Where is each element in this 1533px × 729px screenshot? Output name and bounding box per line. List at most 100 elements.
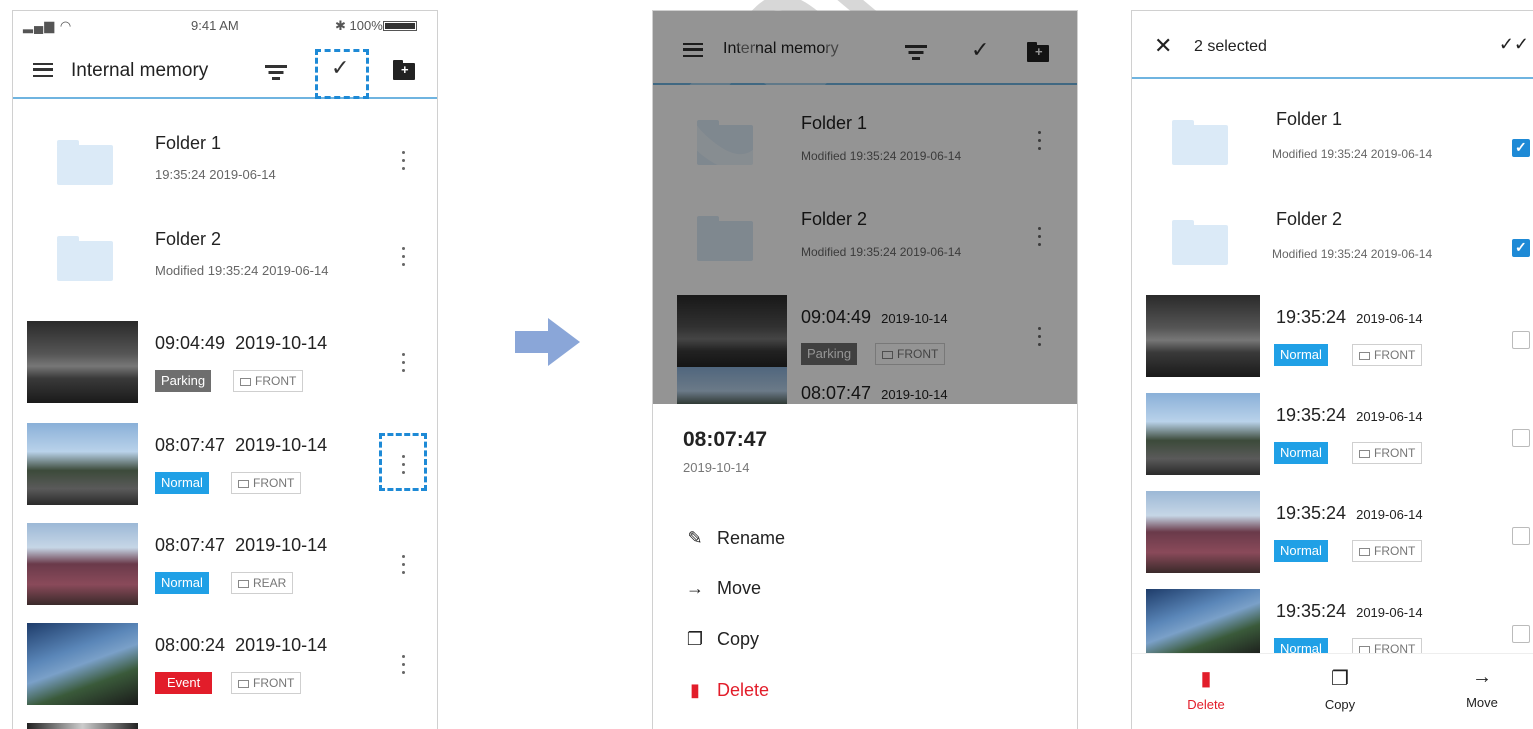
video-item[interactable]: 19:35:24 2019-06-14 Normal FRONT bbox=[1132, 391, 1533, 481]
select-checkbox[interactable] bbox=[1512, 527, 1530, 545]
folder-meta: 19:35:24 2019-06-14 bbox=[155, 167, 276, 182]
more-vert-icon[interactable] bbox=[401, 353, 405, 373]
camera-badge: FRONT bbox=[1352, 442, 1423, 464]
video-thumbnail bbox=[1146, 295, 1260, 377]
selection-bar: ✕ 2 selected ✓✓ bbox=[1132, 11, 1533, 79]
folder-name: Folder 1 bbox=[1276, 109, 1343, 129]
video-time: 08:00:24 2019-10-14 bbox=[155, 635, 328, 655]
copy-icon: ❐ bbox=[686, 629, 704, 649]
camera-icon bbox=[240, 378, 251, 386]
arrow-right-icon-head bbox=[548, 318, 580, 366]
more-vert-icon[interactable] bbox=[401, 151, 405, 171]
select-checkbox[interactable] bbox=[1512, 139, 1530, 157]
arrow-right-icon: → bbox=[686, 578, 704, 598]
filter-icon[interactable] bbox=[265, 65, 287, 80]
menu-item-rename[interactable]: ✎ Rename bbox=[683, 528, 785, 549]
camera-icon bbox=[1359, 548, 1370, 556]
camera-badge: REAR bbox=[231, 572, 294, 594]
more-vert-icon[interactable] bbox=[401, 555, 405, 575]
folder-icon bbox=[1172, 220, 1228, 265]
double-check-icon[interactable]: ✓✓ bbox=[1499, 34, 1529, 55]
copy-icon: ❐ bbox=[1331, 668, 1349, 690]
tag-badge: Normal bbox=[155, 472, 209, 494]
video-thumbnail bbox=[27, 523, 138, 605]
move-button[interactable]: → Move bbox=[1442, 666, 1522, 710]
video-thumbnail bbox=[1146, 393, 1260, 475]
status-bar: ▂▄▆ ◠ 9:41 AM ✱ 100% bbox=[13, 11, 437, 41]
selection-count: 2 selected bbox=[1194, 38, 1267, 55]
folder-meta: Modified 19:35:24 2019-06-14 bbox=[155, 263, 329, 278]
folder-icon bbox=[1172, 120, 1228, 165]
folder-meta: Modified 19:35:24 2019-06-14 bbox=[1272, 247, 1433, 261]
video-item[interactable]: 08:07:47 2019-10-14 Normal REAR bbox=[13, 521, 437, 611]
video-thumbnail bbox=[27, 321, 138, 403]
menu-item-copy[interactable]: ❐ Copy bbox=[683, 629, 759, 650]
sheet-date: 2019-10-14 bbox=[683, 460, 750, 475]
folder-name: Folder 2 bbox=[155, 229, 222, 249]
screen-context-menu: Internal memory ✓ Folder 1 Modified 19:3… bbox=[652, 10, 1078, 729]
battery-label: ✱ 100% bbox=[335, 18, 383, 33]
tag-badge: Event bbox=[155, 672, 213, 694]
list-item[interactable]: Folder 1 Modified 19:35:24 2019-06-14 bbox=[1132, 97, 1533, 187]
arrow-right-icon bbox=[515, 331, 549, 353]
folder-icon bbox=[57, 140, 113, 185]
video-time: 19:35:24 2019-06-14 bbox=[1276, 503, 1423, 523]
copy-button[interactable]: ❐ Copy bbox=[1300, 666, 1380, 712]
video-item[interactable]: 19:35:24 2019-06-14 Normal FRONT bbox=[1132, 489, 1533, 579]
video-time: 08:07:47 2019-10-14 bbox=[155, 435, 328, 455]
delete-button[interactable]: ▮ Delete bbox=[1166, 666, 1246, 712]
video-item[interactable]: 08:07:47 2019-10-14 Normal FRONT bbox=[13, 421, 437, 511]
video-thumbnail bbox=[1146, 491, 1260, 573]
camera-icon bbox=[238, 580, 249, 588]
pencil-icon: ✎ bbox=[687, 528, 703, 548]
tag-badge: Normal bbox=[1274, 442, 1328, 464]
close-icon[interactable]: ✕ bbox=[1154, 33, 1172, 59]
folder-icon bbox=[57, 236, 113, 281]
bottom-sheet: 08:07:47 2019-10-14 ✎ Rename → Move ❐ Copy … bbox=[663, 404, 1067, 729]
camera-icon bbox=[1359, 450, 1370, 458]
status-time: 9:41 AM bbox=[191, 18, 239, 33]
camera-icon bbox=[238, 480, 249, 488]
video-time: 19:35:24 2019-06-14 bbox=[1276, 405, 1423, 425]
video-thumbnail bbox=[27, 423, 138, 505]
tag-badge: Normal bbox=[1274, 344, 1328, 366]
select-checkbox[interactable] bbox=[1512, 331, 1530, 349]
menu-item-move[interactable]: → Move bbox=[683, 578, 761, 599]
dim-overlay[interactable] bbox=[653, 11, 1077, 404]
tag-badge: Normal bbox=[155, 572, 209, 594]
folder-name: Folder 2 bbox=[1276, 209, 1343, 229]
new-folder-icon[interactable] bbox=[393, 60, 415, 80]
video-item[interactable]: 09:04:49 2019-10-14 Parking FRONT bbox=[13, 319, 437, 409]
highlight-more-button bbox=[379, 433, 427, 491]
tag-badge: Normal bbox=[1274, 540, 1328, 562]
video-item[interactable]: 08:00:24 2019-10-14 Event FRONT bbox=[13, 621, 437, 711]
list-item[interactable]: Folder 2 Modified 19:35:24 2019-06-14 bbox=[13, 217, 437, 297]
screen-file-list: ▂▄▆ ◠ 9:41 AM ✱ 100% Internal memory ✓ F… bbox=[12, 10, 438, 729]
trash-icon: ▮ bbox=[690, 680, 700, 700]
camera-badge: FRONT bbox=[1352, 344, 1423, 366]
video-time: 19:35:24 2019-06-14 bbox=[1276, 601, 1423, 621]
menu-icon[interactable] bbox=[33, 63, 53, 77]
select-checkbox[interactable] bbox=[1512, 429, 1530, 447]
screen-multi-select: ✕ 2 selected ✓✓ Folder 1 Modified 19:35:… bbox=[1131, 10, 1533, 729]
arrow-right-icon: → bbox=[1472, 666, 1492, 688]
menu-item-delete[interactable]: ▮ Delete bbox=[683, 680, 769, 701]
list-item[interactable]: Folder 2 Modified 19:35:24 2019-06-14 bbox=[1132, 197, 1533, 287]
trash-icon: ▮ bbox=[1200, 668, 1212, 690]
more-vert-icon[interactable] bbox=[401, 247, 405, 267]
select-checkbox[interactable] bbox=[1512, 625, 1530, 643]
camera-icon bbox=[238, 680, 249, 688]
more-vert-icon[interactable] bbox=[401, 655, 405, 675]
video-thumbnail bbox=[27, 623, 138, 705]
folder-meta: Modified 19:35:24 2019-06-14 bbox=[1272, 147, 1433, 161]
video-time: 19:35:24 2019-06-14 bbox=[1276, 307, 1423, 327]
select-checkbox[interactable] bbox=[1512, 239, 1530, 257]
signal-icon: ▂▄▆ ◠ bbox=[23, 18, 73, 33]
video-thumbnail bbox=[27, 723, 138, 729]
video-time: 08:07:47 2019-10-14 bbox=[155, 535, 328, 555]
folder-name: Folder 1 bbox=[155, 133, 222, 153]
page-title: Internal memory bbox=[71, 60, 209, 81]
video-thumbnail bbox=[1146, 589, 1260, 657]
video-item[interactable]: 19:35:24 2019-06-14 Normal FRONT bbox=[1132, 293, 1533, 383]
list-item[interactable]: Folder 1 19:35:24 2019-06-14 bbox=[13, 121, 437, 201]
